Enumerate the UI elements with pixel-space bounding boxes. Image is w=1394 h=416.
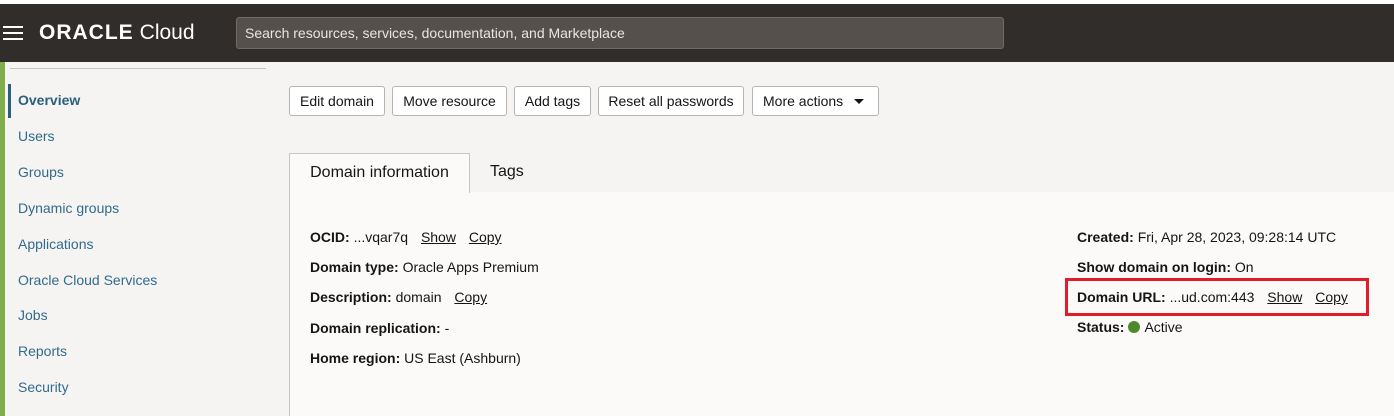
sidebar-item-applications[interactable]: Applications: [18, 234, 94, 254]
domain-replication-label: Domain replication:: [310, 320, 441, 336]
sidebar-item-security[interactable]: Security: [18, 377, 69, 397]
domain-url-highlight-box: [1065, 278, 1369, 316]
description-row: Description: domain Copy: [310, 288, 487, 306]
sidebar-item-users[interactable]: Users: [18, 126, 55, 146]
move-resource-button[interactable]: Move resource: [392, 86, 507, 116]
caret-down-icon: [854, 99, 864, 104]
reset-all-passwords-button[interactable]: Reset all passwords: [598, 86, 744, 116]
more-actions-label: More actions: [763, 93, 844, 109]
logo-product: Cloud: [139, 21, 195, 44]
oracle-cloud-logo[interactable]: ORACLE Cloud: [39, 20, 195, 46]
search-input[interactable]: Search resources, services, documentatio…: [236, 17, 1004, 49]
created-value: Fri, Apr 28, 2023, 09:28:14 UTC: [1137, 229, 1337, 245]
sidebar-item-groups[interactable]: Groups: [18, 162, 64, 182]
home-region-label: Home region:: [310, 350, 401, 366]
domain-replication-row: Domain replication: -: [310, 319, 449, 337]
status-row: Status: Active: [1077, 318, 1183, 336]
domain-type-value: Oracle Apps Premium: [402, 259, 539, 275]
description-value: domain: [395, 289, 442, 305]
tab-domain-information[interactable]: Domain information: [289, 153, 470, 193]
sidebar-item-overview[interactable]: Overview: [18, 90, 80, 110]
show-domain-on-login-label: Show domain on login:: [1077, 259, 1231, 275]
sidebar-item-oracle-cloud-services[interactable]: Oracle Cloud Services: [18, 270, 157, 290]
sidebar-item-reports[interactable]: Reports: [18, 341, 67, 361]
show-domain-on-login-value: On: [1234, 259, 1254, 275]
add-tags-button[interactable]: Add tags: [514, 86, 591, 116]
status-value: Active: [1144, 319, 1183, 335]
sidebar: Overview Users Groups Dynamic groups App…: [5, 62, 266, 416]
ocid-row: OCID: ...vqar7q Show Copy: [310, 228, 502, 246]
created-label: Created:: [1077, 229, 1134, 245]
logo-brand: ORACLE: [39, 21, 134, 44]
created-row: Created: Fri, Apr 28, 2023, 09:28:14 UTC: [1077, 228, 1336, 246]
top-bar: ORACLE Cloud Search resources, services, …: [0, 0, 1394, 62]
sidebar-item-dynamic-groups[interactable]: Dynamic groups: [18, 198, 119, 218]
ocid-show-link[interactable]: Show: [421, 229, 456, 245]
ocid-copy-link[interactable]: Copy: [469, 229, 502, 245]
sidebar-item-jobs[interactable]: Jobs: [18, 305, 48, 325]
ocid-value: ...vqar7q: [353, 229, 409, 245]
tab-tags[interactable]: Tags: [490, 153, 524, 193]
menu-icon[interactable]: [3, 26, 23, 40]
home-region-row: Home region: US East (Ashburn): [310, 349, 521, 367]
description-copy-link[interactable]: Copy: [454, 289, 487, 305]
domain-replication-value: -: [444, 320, 450, 336]
sidebar-divider: [10, 68, 266, 69]
domain-type-row: Domain type: Oracle Apps Premium: [310, 258, 539, 276]
domain-type-label: Domain type:: [310, 259, 399, 275]
home-region-value: US East (Ashburn): [404, 350, 521, 366]
status-active-icon: [1128, 321, 1141, 333]
active-indicator: [8, 84, 11, 118]
show-domain-on-login-row: Show domain on login: On: [1077, 258, 1254, 276]
status-label: Status:: [1077, 319, 1125, 335]
edit-domain-button[interactable]: Edit domain: [289, 86, 385, 116]
ocid-label: OCID:: [310, 229, 350, 245]
description-label: Description:: [310, 289, 392, 305]
more-actions-button[interactable]: More actions: [752, 86, 879, 116]
